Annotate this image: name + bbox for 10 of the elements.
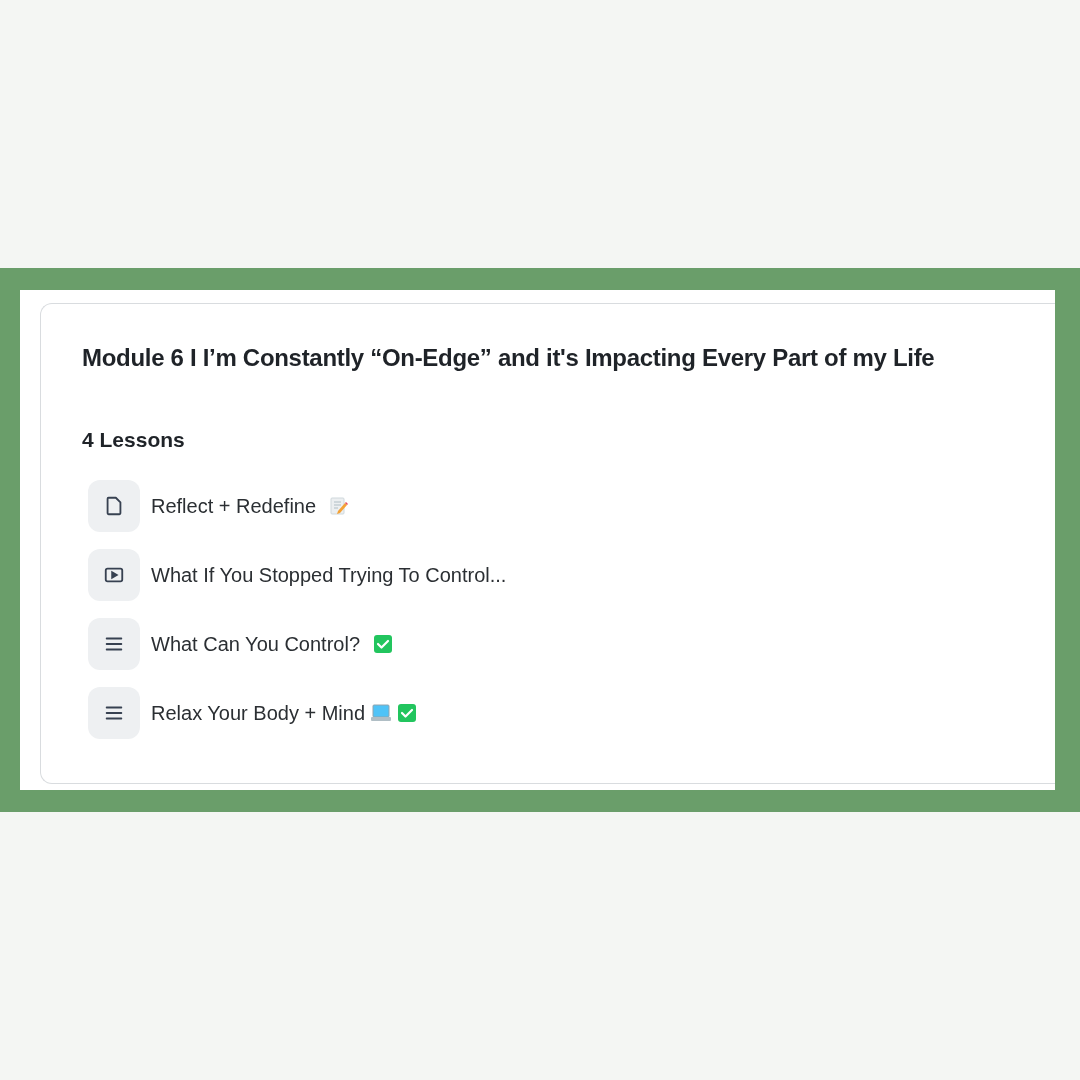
- check-icon: [397, 702, 418, 723]
- check-icon: [373, 633, 394, 654]
- lesson-link[interactable]: What Can You Control?: [151, 628, 361, 659]
- laptop-icon: [370, 702, 393, 723]
- lesson-count: 4 Lessons: [82, 427, 186, 453]
- memo-icon: [329, 495, 350, 516]
- lesson-link[interactable]: Relax Your Body + Mind: [151, 697, 366, 728]
- lesson-link[interactable]: What If You Stopped Trying To Control...: [151, 559, 507, 590]
- lesson-link[interactable]: Reflect + Redefine: [151, 490, 317, 521]
- module-title: Module 6 I I’m Constantly “On-Edge” and it's Impacting Every Part of my Life: [82, 343, 936, 373]
